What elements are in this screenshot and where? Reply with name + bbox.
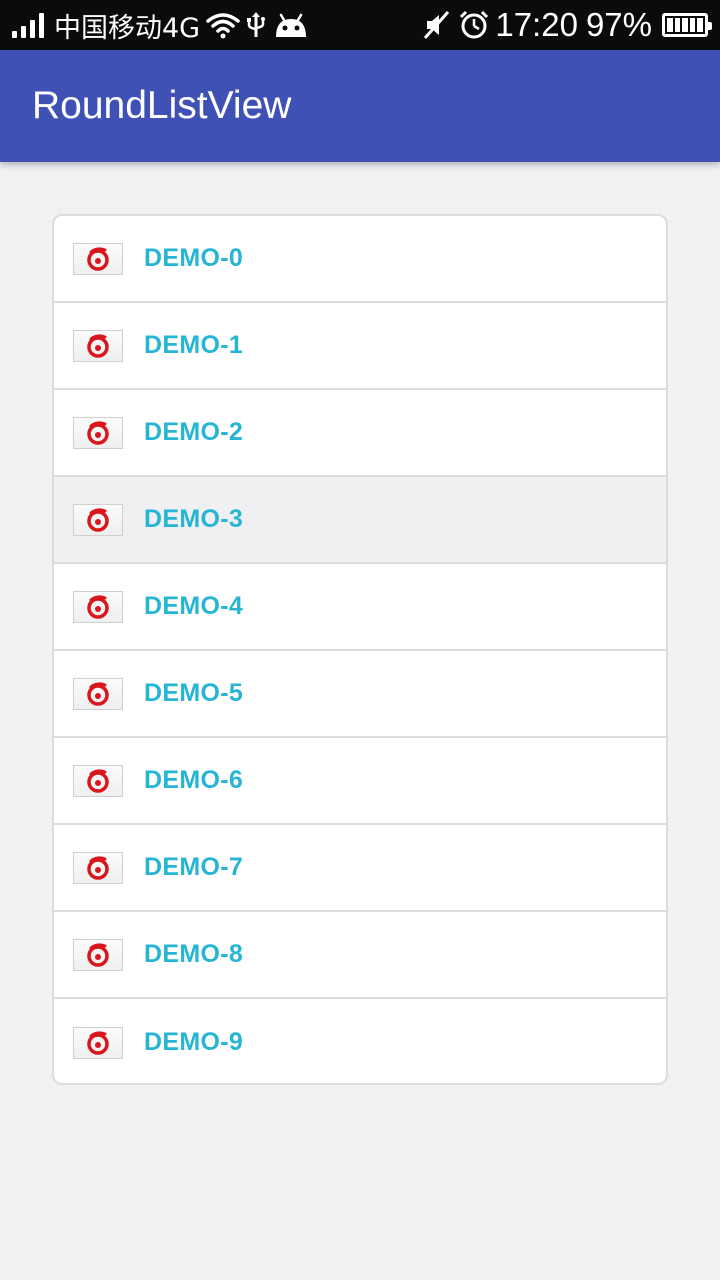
- battery-icon: [662, 13, 712, 37]
- list-item-label: DEMO-1: [144, 331, 244, 359]
- list-item[interactable]: DEMO-9: [54, 999, 666, 1083]
- list-item[interactable]: DEMO-0: [54, 216, 666, 303]
- swirl-logo-icon: [73, 329, 123, 362]
- swirl-logo-icon: [73, 503, 123, 536]
- swirl-logo-icon: [73, 242, 123, 275]
- signal-icon: [12, 12, 44, 38]
- alarm-icon: [459, 10, 489, 40]
- battery-percent: 97%: [585, 6, 652, 43]
- status-right: 17:20 97%: [415, 0, 712, 50]
- swirl-logo-icon: [73, 1026, 123, 1059]
- clock-time: 17:20: [495, 6, 578, 43]
- list-item[interactable]: DEMO-8: [54, 912, 666, 999]
- list-item-label: DEMO-6: [144, 766, 244, 794]
- list-item-label: DEMO-9: [144, 1028, 244, 1056]
- app-title: RoundListView: [32, 84, 292, 127]
- swirl-logo-icon: [73, 590, 123, 623]
- android-icon: [272, 11, 310, 39]
- list-item[interactable]: DEMO-4: [54, 564, 666, 651]
- swirl-logo-icon: [73, 416, 123, 449]
- list-item[interactable]: DEMO-5: [54, 651, 666, 738]
- mute-icon: [421, 10, 451, 40]
- list-item-label: DEMO-5: [144, 679, 244, 707]
- usb-icon: [246, 11, 266, 39]
- list-item-label: DEMO-3: [144, 505, 244, 533]
- list-item[interactable]: DEMO-2: [54, 390, 666, 477]
- swirl-logo-icon: [73, 677, 123, 710]
- wifi-icon: [206, 11, 240, 39]
- list-item-label: DEMO-4: [144, 592, 244, 620]
- app-bar: RoundListView: [0, 50, 720, 162]
- list-item[interactable]: DEMO-1: [54, 303, 666, 390]
- list-item[interactable]: DEMO-7: [54, 825, 666, 912]
- list-item-label: DEMO-7: [144, 853, 244, 881]
- list-item-label: DEMO-2: [144, 418, 244, 446]
- status-left: 中国移动4G: [12, 0, 310, 50]
- swirl-logo-icon: [73, 851, 123, 884]
- list-item[interactable]: DEMO-6: [54, 738, 666, 825]
- list-item[interactable]: DEMO-3: [54, 477, 666, 564]
- swirl-logo-icon: [73, 938, 123, 971]
- swirl-logo-icon: [73, 764, 123, 797]
- round-list-view[interactable]: DEMO-0 DEMO-1 DEMO-2 DEMO-3 DEMO-4 DEMO-5 DEMO…: [52, 214, 668, 1085]
- list-item-label: DEMO-8: [144, 940, 244, 968]
- carrier-label: 中国移动4G: [54, 12, 201, 44]
- list-item-label: DEMO-0: [144, 244, 244, 272]
- status-bar: 中国移动4G 17:20 97%: [0, 0, 720, 50]
